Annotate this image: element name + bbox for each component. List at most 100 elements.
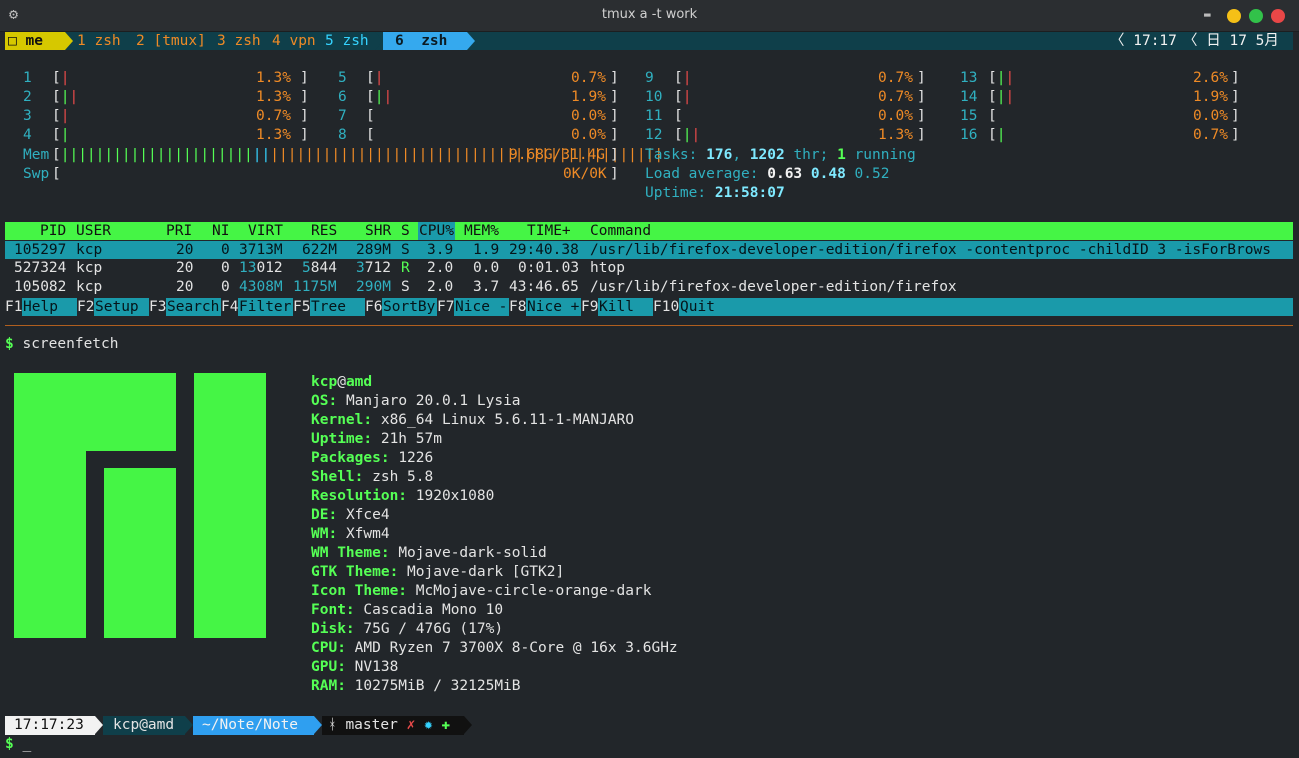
fkey-quit[interactable]: Quit bbox=[680, 298, 715, 316]
cell-state: R bbox=[401, 260, 410, 276]
table-row-selected[interactable]: 105297 kcp 20 0 3713M 622M 289M S 3.9 1.… bbox=[5, 241, 1293, 259]
cpu-value: 0.0% bbox=[571, 127, 606, 143]
load-average-line: Load average: 0.63 0.48 0.52 bbox=[645, 166, 890, 182]
tmux-window-4[interactable]: 4 vpn bbox=[272, 32, 316, 50]
powerline-arrow bbox=[375, 32, 383, 50]
cell-pri: 20 bbox=[176, 242, 194, 258]
mem-value: 9.68G/31.4G bbox=[509, 147, 606, 163]
cell-virt: 3713M bbox=[239, 242, 283, 258]
process-table-header: PID USER PRI NI VIRT RES SHR S CPU% MEM%… bbox=[5, 222, 1293, 240]
cpu-meter-6: 6 bbox=[338, 89, 347, 105]
cpu-bar: [|| bbox=[366, 89, 393, 105]
cell-pid: 105082 bbox=[14, 279, 67, 295]
prompt-git: ᚼ master ✗ ✹ ✚ bbox=[322, 716, 464, 735]
cell-res: 1175M bbox=[293, 279, 337, 295]
cpu-bar-end: ] bbox=[1231, 70, 1240, 86]
cpu-value: 0.7% bbox=[878, 89, 913, 105]
fkey-f8[interactable]: F8 bbox=[509, 298, 527, 316]
fkey-f1[interactable]: F1 bbox=[5, 298, 23, 316]
col-virt[interactable]: VIRT bbox=[248, 222, 283, 240]
minimize-button[interactable] bbox=[1227, 9, 1241, 23]
swp-label: Swp bbox=[23, 166, 50, 182]
col-mem[interactable]: MEM% bbox=[464, 222, 499, 240]
powerline-arrow bbox=[95, 716, 103, 734]
minimize-icon[interactable]: ▬ bbox=[1204, 8, 1218, 21]
input-line[interactable]: $ _ bbox=[5, 735, 31, 754]
tmux-window-2[interactable]: 2 [tmux] bbox=[136, 32, 206, 50]
git-dirty-icon: ✗ bbox=[406, 717, 416, 733]
cell-shr: 290M bbox=[356, 279, 391, 295]
tmux-status-bar: □ me 1 zsh 2 [tmux] 3 zsh 4 vpn 5 zsh 6 … bbox=[5, 32, 1293, 50]
cpu-bar: [ bbox=[366, 108, 375, 124]
cell-state: S bbox=[401, 279, 410, 295]
cpu-bar-end: ] bbox=[300, 70, 309, 86]
col-command[interactable]: Command bbox=[590, 222, 651, 240]
fkey-tree[interactable]: Tree bbox=[311, 298, 346, 316]
fkey-help[interactable]: Help bbox=[23, 298, 58, 316]
cpu-meter-9: 9 bbox=[645, 70, 654, 86]
fkey-f9[interactable]: F9 bbox=[581, 298, 599, 316]
col-ni[interactable]: NI bbox=[212, 222, 229, 240]
cpu-bar: [|| bbox=[674, 127, 701, 143]
info-resolution: Resolution: 1920x1080 bbox=[311, 488, 495, 504]
tmux-date: 〈 日 17 5月 bbox=[1183, 33, 1279, 49]
pane-divider[interactable] bbox=[5, 325, 1293, 326]
fkey-f4[interactable]: F4 bbox=[221, 298, 239, 316]
cell-mem: 3.7 bbox=[473, 279, 500, 295]
col-shr[interactable]: SHR bbox=[365, 222, 391, 240]
fkey-setup[interactable]: Setup bbox=[95, 298, 139, 316]
tmux-window-5[interactable]: 5 zsh bbox=[325, 32, 369, 50]
userhost: kcp@amd bbox=[311, 374, 373, 390]
tmux-window-3[interactable]: 3 zsh bbox=[217, 32, 261, 50]
info-ram: RAM: 10275MiB / 32125MiB bbox=[311, 678, 521, 694]
close-button[interactable] bbox=[1271, 9, 1285, 23]
cell-res: 5844 bbox=[302, 260, 337, 276]
fkey-nice-plus[interactable]: Nice + bbox=[527, 298, 579, 316]
tmux-clock: 〈 17:17 bbox=[1110, 33, 1177, 49]
fkey-kill[interactable]: Kill bbox=[599, 298, 634, 316]
cpu-bar: [|| bbox=[988, 89, 1015, 105]
info-gtk-theme: GTK Theme: Mojave-dark [GTK2] bbox=[311, 564, 565, 580]
cell-user: kcp bbox=[76, 242, 103, 258]
fkey-f2[interactable]: F2 bbox=[77, 298, 95, 316]
cpu-meter-5: 5 bbox=[338, 70, 347, 86]
fkey-search[interactable]: Search bbox=[167, 298, 219, 316]
fkey-f5[interactable]: F5 bbox=[293, 298, 311, 316]
cpu-value: 0.7% bbox=[256, 108, 291, 124]
fkey-f6[interactable]: F6 bbox=[365, 298, 383, 316]
col-pri[interactable]: PRI bbox=[166, 222, 192, 240]
fkey-f7[interactable]: F7 bbox=[437, 298, 455, 316]
maximize-button[interactable] bbox=[1249, 9, 1263, 23]
tmux-session: □ me bbox=[5, 32, 65, 50]
col-res[interactable]: RES bbox=[311, 222, 337, 240]
cpu-meter-14: 14 bbox=[960, 89, 978, 105]
swp-bar: [ bbox=[52, 166, 61, 182]
cpu-bar-end: ] bbox=[610, 108, 619, 124]
htop-function-bar: F1 Help F2 Setup F3 Search F4 Filter F5 … bbox=[5, 298, 1293, 316]
fkey-filter[interactable]: Filter bbox=[239, 298, 291, 316]
uptime-line: Uptime: 21:58:07 bbox=[645, 185, 785, 201]
col-time[interactable]: TIME+ bbox=[527, 222, 571, 240]
cell-state: S bbox=[401, 242, 410, 258]
fkey-f10[interactable]: F10 bbox=[653, 298, 680, 316]
cell-cpu: 2.0 bbox=[427, 260, 454, 276]
cell-pri: 20 bbox=[176, 279, 194, 295]
cell-res: 622M bbox=[302, 242, 337, 258]
fkey-f3[interactable]: F3 bbox=[149, 298, 167, 316]
fkey-nice-minus[interactable]: Nice - bbox=[455, 298, 507, 316]
col-user[interactable]: USER bbox=[76, 222, 111, 240]
info-os: OS: Manjaro 20.0.1 Lysia bbox=[311, 393, 521, 409]
info-wm: WM: Xfwm4 bbox=[311, 526, 390, 542]
col-cpu-sorted[interactable]: CPU% bbox=[418, 222, 455, 240]
cell-time: 29:40.38 bbox=[509, 242, 579, 258]
cell-command: /usr/lib/firefox-developer-edition/firef… bbox=[590, 279, 957, 295]
col-state[interactable]: S bbox=[401, 222, 410, 240]
fkey-sortby[interactable]: SortBy bbox=[383, 298, 435, 316]
col-pid[interactable]: PID bbox=[40, 222, 66, 240]
info-disk: Disk: 75G / 476G (17%) bbox=[311, 621, 504, 637]
cpu-value: 2.6% bbox=[1193, 70, 1228, 86]
info-wm-theme: WM Theme: Mojave-dark-solid bbox=[311, 545, 547, 561]
tmux-window-1[interactable]: 1 zsh bbox=[77, 32, 121, 50]
tmux-active-window[interactable]: 6 zsh bbox=[383, 32, 467, 50]
cpu-bar: [| bbox=[52, 108, 70, 124]
